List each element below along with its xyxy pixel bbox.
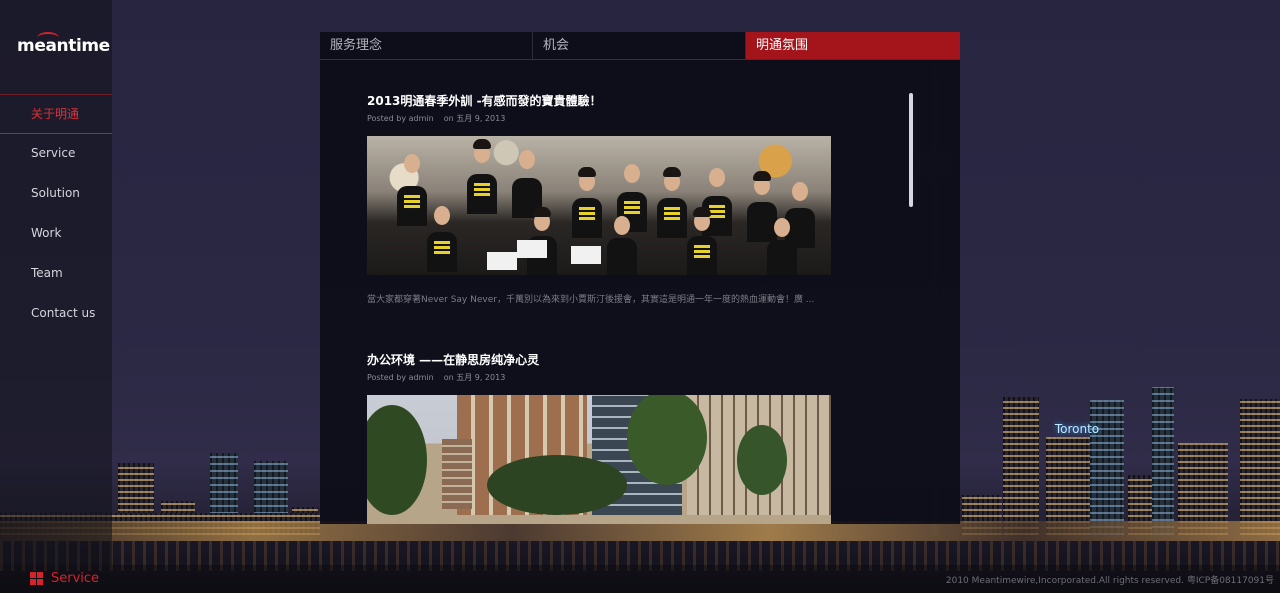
- grid-icon: [30, 572, 43, 585]
- person: [397, 186, 427, 226]
- person: [467, 174, 497, 214]
- sidebar: meantime 关于明通 Service Solution Work Team…: [0, 0, 112, 565]
- post-author: Posted by admin: [367, 114, 434, 123]
- person: [687, 236, 717, 275]
- footer-bar: Service 2010 Meantimewire,Incorporated.A…: [0, 565, 1280, 593]
- post-meta: Posted by admin on 五月 9, 2013: [367, 372, 833, 384]
- post-image-group-photo[interactable]: [367, 136, 831, 275]
- nav-item-about[interactable]: 关于明通: [0, 94, 112, 134]
- person: [572, 198, 602, 238]
- main-nav: 关于明通 Service Solution Work Team Contact …: [0, 94, 112, 334]
- tab-atmosphere[interactable]: 明通氛围: [746, 32, 960, 59]
- post-author: Posted by admin: [367, 373, 434, 382]
- nav-item-team[interactable]: Team: [0, 254, 112, 294]
- person: [427, 232, 457, 272]
- building: [1240, 399, 1280, 535]
- post-date: on 五月 9, 2013: [443, 373, 506, 382]
- footer-service-link[interactable]: Service: [30, 571, 99, 586]
- post-excerpt: 當大家都穿著Never Say Never，千萬別以為來到小賈斯汀後援會，其實這…: [367, 295, 815, 305]
- shoreline-lights: [0, 521, 1280, 541]
- hair: [533, 207, 551, 217]
- nav-item-solution[interactable]: Solution: [0, 174, 112, 214]
- page: Toronto meantime 关于明通 Service Solution W…: [0, 0, 1280, 593]
- footer-service-label: Service: [51, 571, 100, 586]
- handheld-card: [517, 240, 547, 258]
- hair: [473, 139, 491, 149]
- logo[interactable]: meantime: [17, 36, 110, 56]
- hair: [663, 167, 681, 177]
- face: [792, 182, 808, 201]
- post: 办公环境 ——在静思房纯净心灵 Posted by admin on 五月 9, …: [367, 352, 833, 524]
- post-feed: 2013明通春季外訓 -有感而發的寶貴體驗！ Posted by admin on…: [367, 93, 833, 524]
- hedge: [487, 455, 627, 515]
- nav-item-work[interactable]: Work: [0, 214, 112, 254]
- face: [404, 154, 420, 173]
- scrollbar-thumb[interactable]: [909, 93, 913, 207]
- face: [519, 150, 535, 169]
- post-image-office[interactable]: [367, 395, 831, 524]
- person: [607, 238, 637, 275]
- tree: [367, 405, 427, 515]
- person: [747, 202, 777, 242]
- handheld-card: [571, 246, 601, 264]
- face: [614, 216, 630, 235]
- person: [657, 198, 687, 238]
- nav-item-contact[interactable]: Contact us: [0, 294, 112, 334]
- handheld-card: [487, 252, 517, 270]
- post-date: on 五月 9, 2013: [443, 114, 506, 123]
- face: [624, 164, 640, 183]
- person: [767, 240, 797, 275]
- post: 2013明通春季外訓 -有感而發的寶貴體驗！ Posted by admin on…: [367, 93, 833, 306]
- face: [774, 218, 790, 237]
- hair: [578, 167, 596, 177]
- post-title[interactable]: 办公环境 ——在静思房纯净心灵: [367, 352, 833, 368]
- nav-item-service[interactable]: Service: [0, 134, 112, 174]
- tab-service-philosophy[interactable]: 服务理念: [320, 32, 533, 59]
- copyright-text: 2010 Meantimewire,Incorporated.All right…: [945, 576, 1274, 586]
- toronto-sign: Toronto: [1054, 422, 1100, 436]
- face: [434, 206, 450, 225]
- tree: [737, 425, 787, 495]
- building: [1003, 397, 1039, 535]
- content-panel: 服务理念 机会 明通氛围 2013明通春季外訓 -有感而發的寶貴體驗！ Post…: [320, 32, 960, 524]
- tab-bar: 服务理念 机会 明通氛围: [320, 32, 960, 60]
- post-meta: Posted by admin on 五月 9, 2013: [367, 113, 833, 125]
- hair: [753, 171, 771, 181]
- post-title[interactable]: 2013明通春季外訓 -有感而發的寶貴體驗！: [367, 93, 833, 109]
- hair: [693, 207, 711, 217]
- face: [709, 168, 725, 187]
- building: [1152, 387, 1174, 535]
- building-facade: [442, 439, 472, 509]
- tab-opportunities[interactable]: 机会: [533, 32, 746, 59]
